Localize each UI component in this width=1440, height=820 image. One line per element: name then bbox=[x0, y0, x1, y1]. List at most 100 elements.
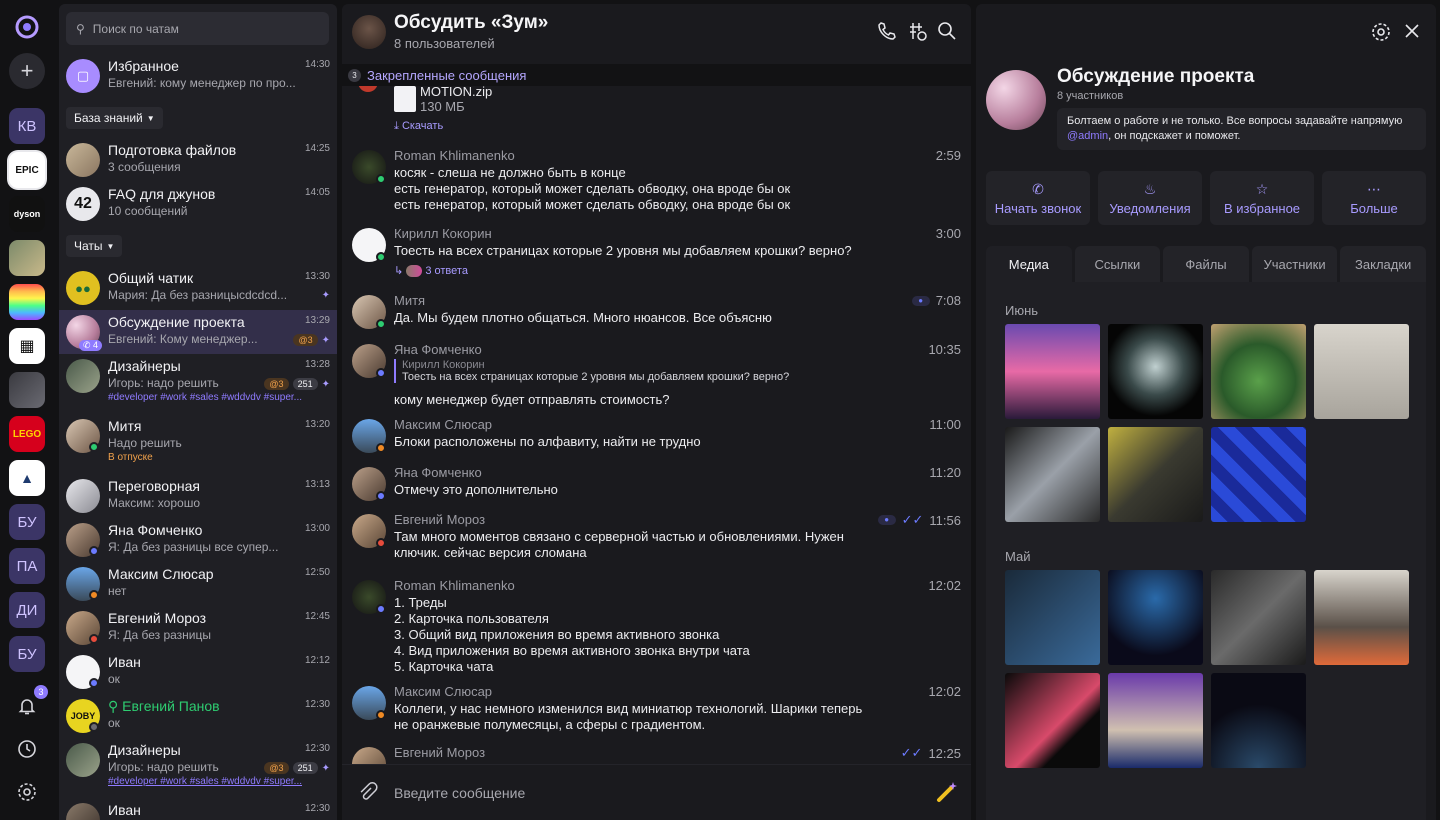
workspace-image-1[interactable] bbox=[9, 240, 45, 276]
workspace-icon-white[interactable]: ▦ bbox=[9, 328, 45, 364]
message[interactable]: Roman Khlimanenko 12:02 1. Треды 2. Карт… bbox=[342, 578, 971, 678]
avatar[interactable] bbox=[352, 15, 386, 49]
media-thumbnail[interactable] bbox=[1211, 427, 1306, 522]
media-thumbnail[interactable] bbox=[1211, 570, 1306, 665]
threads-button[interactable] bbox=[906, 20, 928, 48]
tab-members[interactable]: Участники bbox=[1251, 246, 1338, 282]
workspace-kv[interactable]: КВ bbox=[9, 108, 45, 144]
panel-subtitle: 8 участников bbox=[1057, 90, 1124, 102]
avatar[interactable] bbox=[986, 70, 1046, 130]
add-workspace-button[interactable]: + bbox=[9, 53, 45, 89]
chat-item-project[interactable]: ✆ 4 Обсуждение проекта Евгений: Кому мен… bbox=[59, 310, 337, 354]
media-gallery: Июнь Май bbox=[986, 282, 1426, 820]
tab-media[interactable]: Медиа bbox=[986, 246, 1072, 282]
tab-links[interactable]: Ссылки bbox=[1074, 246, 1161, 282]
section-chats[interactable]: Чаты ▼ bbox=[66, 235, 123, 257]
media-thumbnail[interactable] bbox=[1314, 570, 1409, 665]
message[interactable]: Максим Слюсар 12:02 Коллеги, у нас немно… bbox=[342, 684, 971, 740]
chat-item-ivan-2[interactable]: Иван 12:30 bbox=[59, 798, 337, 820]
chat-bubble-icon: ●● bbox=[66, 271, 100, 305]
media-thumbnail[interactable] bbox=[1108, 673, 1203, 768]
chat-item-ivan[interactable]: Иван ок 12:12 bbox=[59, 650, 337, 694]
chat-search-input[interactable] bbox=[92, 21, 293, 36]
message-list[interactable]: MOTION.zip 130 МБ ⤓ Скачать Roman Khlima… bbox=[342, 86, 971, 764]
settings-button[interactable] bbox=[9, 774, 45, 810]
call-button[interactable] bbox=[876, 20, 898, 48]
message[interactable]: Максим Слюсар 11:00 Блоки расположены по… bbox=[342, 417, 971, 457]
chat-tags[interactable]: #developer #work #sales #wddvdv #super..… bbox=[108, 776, 323, 787]
bell-icon bbox=[18, 699, 36, 715]
media-thumbnail[interactable] bbox=[1005, 570, 1100, 665]
avatar bbox=[352, 747, 386, 764]
thread-replies-link[interactable]: ↳ 3 ответа bbox=[394, 264, 468, 278]
history-button[interactable] bbox=[9, 731, 45, 767]
chat-item-file-prep[interactable]: Подготовка файлов 3 сообщения 14:25 bbox=[59, 138, 337, 182]
message-input[interactable] bbox=[394, 781, 914, 805]
chat-item-mitya[interactable]: Митя Надо решить 13:20 В отпуске bbox=[59, 414, 337, 474]
workspace-bu[interactable]: БУ bbox=[9, 504, 45, 540]
media-thumbnail[interactable] bbox=[1108, 427, 1203, 522]
media-thumbnail[interactable] bbox=[1005, 673, 1100, 768]
avatar bbox=[66, 803, 100, 820]
admin-mention[interactable]: @admin bbox=[1067, 130, 1108, 142]
message[interactable]: Кирилл Кокорин 3:00 Тоесть на всех стран… bbox=[342, 226, 971, 282]
chat-search[interactable]: ⚲ bbox=[66, 12, 329, 45]
notifications-button[interactable]: ♨ Уведомления bbox=[1098, 171, 1202, 225]
app-logo[interactable] bbox=[9, 9, 45, 45]
workspace-pa[interactable]: ПА bbox=[9, 548, 45, 584]
message[interactable]: Яна Фомченко 10:35 Кирилл Кокорин Тоесть… bbox=[342, 342, 971, 410]
chevron-down-icon: ▼ bbox=[146, 113, 155, 123]
pinned-messages-bar[interactable]: 3 Закрепленные сообщения bbox=[342, 64, 971, 86]
media-thumbnail[interactable] bbox=[1108, 570, 1203, 665]
workspace-nyan[interactable] bbox=[9, 284, 45, 320]
download-link[interactable]: ⤓ Скачать bbox=[394, 120, 443, 133]
chat-item-maxim[interactable]: Максим Слюсар нет 12:50 bbox=[59, 562, 337, 606]
message[interactable]: Яна Фомченко 11:20 Отмечу это дополнител… bbox=[342, 465, 971, 505]
attach-button[interactable] bbox=[356, 781, 378, 808]
chat-item-general[interactable]: ●● Общий чатик Мария: Да без разницыcdcd… bbox=[59, 266, 337, 310]
search-button[interactable] bbox=[936, 20, 958, 48]
panel-settings-button[interactable] bbox=[1370, 21, 1392, 48]
chat-item-designers[interactable]: Дизайнеры Игорь: надо решить 13:28 @3 25… bbox=[59, 354, 337, 414]
conversation-subtitle[interactable]: 8 пользователей bbox=[394, 36, 495, 51]
panel-close-button[interactable] bbox=[1402, 21, 1422, 46]
workspace-di[interactable]: ДИ bbox=[9, 592, 45, 628]
search-icon bbox=[938, 22, 956, 40]
media-thumbnail[interactable] bbox=[1211, 324, 1306, 419]
tab-files[interactable]: Файлы bbox=[1163, 246, 1249, 282]
message[interactable]: Митя ● 7:08 Да. Мы будем плотно общаться.… bbox=[342, 293, 971, 333]
workspace-dyson[interactable]: dyson bbox=[9, 196, 45, 232]
media-thumbnail[interactable] bbox=[1005, 324, 1100, 419]
chat-item-yana[interactable]: Яна Фомченко Я: Да без разницы все супер… bbox=[59, 518, 337, 562]
message[interactable]: Евгений Мороз ● ✓✓ 11:56 Там много моменто… bbox=[342, 512, 971, 568]
chat-item-faq[interactable]: 42 FAQ для джунов 10 сообщений 14:05 bbox=[59, 182, 337, 226]
chat-item-meeting-room[interactable]: Переговорная Максим: хорошо 13:13 bbox=[59, 474, 337, 518]
media-thumbnail[interactable] bbox=[1314, 324, 1409, 419]
notifications-button[interactable]: 3 bbox=[9, 685, 48, 724]
message[interactable]: Roman Khlimanenko 2:59 косяк - слеша не … bbox=[342, 148, 971, 218]
workspace-lego[interactable]: LEGO bbox=[9, 416, 45, 452]
chat-tags[interactable]: #developer #work #sales #wddvdv #super..… bbox=[108, 392, 323, 403]
workspace-company[interactable]: ▲ bbox=[9, 460, 45, 496]
workspace-epic-games[interactable]: EPIC bbox=[9, 152, 45, 188]
chat-item-evgeny-moroz[interactable]: Евгений Мороз Я: Да без разницы 12:45 bbox=[59, 606, 337, 650]
quoted-message[interactable]: Кирилл Кокорин Тоесть на всех страницах … bbox=[394, 359, 789, 383]
start-call-button[interactable]: ✆ Начать звонок bbox=[986, 171, 1090, 225]
workspace-cat[interactable] bbox=[9, 372, 45, 408]
download-icon: ⤓ bbox=[394, 120, 399, 132]
media-thumbnail[interactable] bbox=[1005, 427, 1100, 522]
media-thumbnail[interactable] bbox=[1108, 324, 1203, 419]
magic-wand-button[interactable] bbox=[934, 779, 960, 811]
section-knowledge-base[interactable]: База знаний ▼ bbox=[66, 107, 163, 129]
more-button[interactable]: ⋯ Больше bbox=[1322, 171, 1426, 225]
chat-item-evgeny-panov[interactable]: JOBY ⚲ Евгений Панов ок 12:30 bbox=[59, 694, 337, 738]
workspace-bu-2[interactable]: БУ bbox=[9, 636, 45, 672]
chat-item-favorites[interactable]: ▢ Избранное Евгений: кому менеджер по пр… bbox=[59, 54, 337, 98]
add-to-favorites-button[interactable]: ☆ В избранное bbox=[1210, 171, 1314, 225]
media-thumbnail[interactable] bbox=[1211, 673, 1306, 768]
chat-item-designers-2[interactable]: Дизайнеры Игорь: надо решить 12:30 @3 25… bbox=[59, 738, 337, 798]
search-icon: ⚲ bbox=[76, 21, 85, 36]
threads-icon bbox=[910, 23, 927, 41]
tab-bookmarks[interactable]: Закладки bbox=[1340, 246, 1426, 282]
message[interactable]: Евгений Мороз ✓✓ 12:25 bbox=[342, 745, 971, 764]
